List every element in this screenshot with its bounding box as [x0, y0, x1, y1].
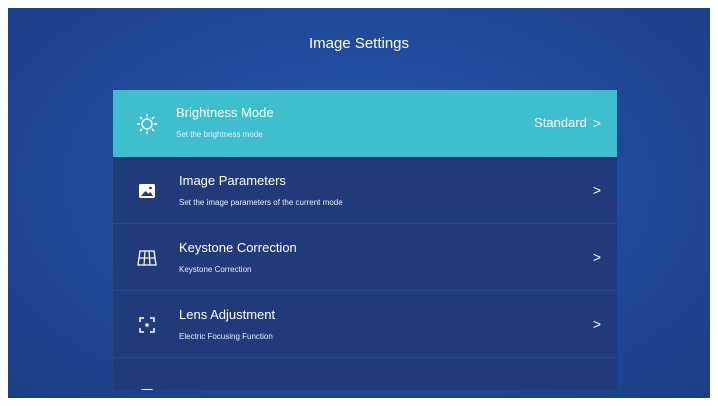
menu-item-value: >	[593, 182, 601, 198]
menu-item-partial[interactable]	[113, 358, 617, 390]
projector-screen: Image Settings Brightness Mode Set the b…	[8, 8, 710, 398]
menu-item-lens-adjustment[interactable]: Lens Adjustment Electric Focusing Functi…	[113, 291, 617, 358]
chevron-right-icon: >	[592, 316, 601, 332]
menu-item-image-parameters[interactable]: Image Parameters Set the image parameter…	[113, 157, 617, 224]
brightness-mode-value: Standard	[534, 115, 587, 130]
menu-item-description: Set the image parameters of the current …	[179, 198, 343, 207]
image-icon	[135, 179, 159, 203]
menu-item-brightness-mode[interactable]: Brightness Mode Set the brightness mode …	[113, 90, 617, 157]
menu-item-value: >	[593, 316, 601, 332]
chevron-right-icon: >	[592, 115, 601, 131]
menu-item-description: Electric Focusing Function	[179, 332, 273, 341]
menu-item-label: Brightness Mode	[176, 105, 274, 120]
menu-item-keystone-correction[interactable]: Keystone Correction Keystone Correction …	[113, 224, 617, 291]
sun-icon	[135, 112, 159, 136]
menu-item-label: Lens Adjustment	[179, 307, 276, 322]
menu-item-description: Keystone Correction	[179, 265, 252, 274]
menu-item-label: Image Parameters	[179, 173, 286, 188]
menu-item-value: Standard >	[534, 115, 601, 131]
settings-menu: Brightness Mode Set the brightness mode …	[113, 90, 617, 390]
page-title: Image Settings	[308, 35, 410, 52]
arrow-down-icon	[135, 380, 159, 390]
chevron-right-icon: >	[592, 182, 601, 198]
focus-icon	[135, 313, 159, 337]
menu-item-label: Keystone Correction	[179, 240, 297, 255]
menu-item-description: Set the brightness mode	[176, 130, 263, 139]
chevron-right-icon: >	[592, 249, 601, 265]
grid-icon	[135, 246, 159, 270]
menu-item-value: >	[593, 249, 601, 265]
